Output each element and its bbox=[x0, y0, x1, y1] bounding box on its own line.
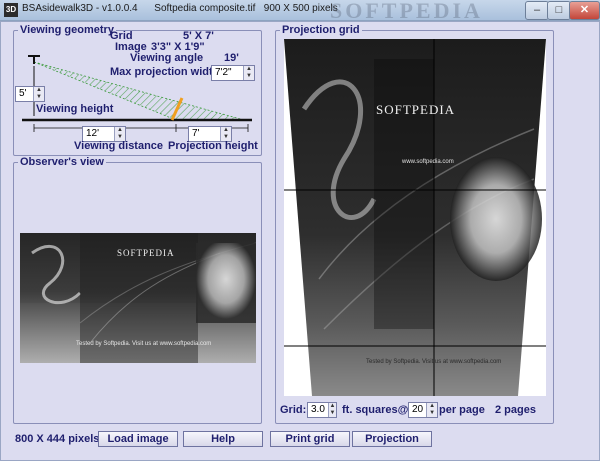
projection-height-value[interactable]: 7' bbox=[189, 127, 220, 141]
viewing-height-value[interactable]: 5' bbox=[16, 87, 33, 101]
viewing-height-stepper[interactable]: 5' ▲ ▼ bbox=[15, 86, 45, 102]
window-title: BSAsidewalk3D - v1.0.0.4 Softpedia compo… bbox=[22, 3, 338, 14]
spin-up-icon[interactable]: ▲ bbox=[427, 403, 437, 410]
close-button[interactable]: ✕ bbox=[569, 1, 600, 20]
spin-down-icon[interactable]: ▼ bbox=[244, 73, 254, 80]
spin-up-icon[interactable]: ▲ bbox=[115, 127, 125, 134]
help-button[interactable]: Help bbox=[183, 431, 263, 447]
viewing-height-label: Viewing height bbox=[36, 103, 114, 115]
projection-caption: Tested by Softpedia. Visit us at www.sof… bbox=[366, 359, 502, 365]
load-image-button[interactable]: Load image bbox=[98, 431, 178, 447]
viewing-angle-label: Viewing angle bbox=[130, 52, 204, 64]
spin-up-icon[interactable]: ▲ bbox=[244, 66, 254, 73]
brand-watermark: SOFTPEDIA bbox=[330, 0, 483, 21]
observers-view-legend: Observer's view bbox=[20, 156, 104, 168]
per-page-stepper[interactable]: 20 ▲ ▼ bbox=[408, 402, 438, 418]
print-grid-button[interactable]: Print grid bbox=[270, 431, 350, 447]
observer-brand-text: SOFTPEDIA bbox=[117, 248, 175, 258]
spin-up-icon[interactable]: ▲ bbox=[221, 127, 231, 134]
spin-up-icon[interactable]: ▲ bbox=[329, 403, 336, 410]
per-page-value[interactable]: 20 bbox=[409, 403, 426, 417]
spin-down-icon[interactable]: ▼ bbox=[34, 94, 44, 101]
grid-size-value[interactable]: 3.0 bbox=[308, 403, 328, 417]
viewing-distance-label: Viewing distance bbox=[74, 140, 164, 152]
grid-size-stepper[interactable]: 3.0 ▲ ▼ bbox=[307, 402, 337, 418]
projection-grid-label: Grid: bbox=[280, 404, 307, 416]
projection-height-label: Projection height bbox=[168, 140, 258, 152]
app-icon: 3D bbox=[4, 3, 18, 17]
projection-button[interactable]: Projection bbox=[352, 431, 432, 447]
viewing-geometry-legend: Viewing geometry bbox=[20, 24, 114, 36]
projection-grid-legend: Projection grid bbox=[282, 24, 360, 36]
max-projection-width-stepper[interactable]: 7'2" ▲ ▼ bbox=[211, 65, 255, 81]
page-count: 2 pages bbox=[495, 404, 536, 416]
spin-up-icon[interactable]: ▲ bbox=[34, 87, 44, 94]
max-projection-width-value[interactable]: 7'2" bbox=[212, 66, 243, 80]
viewing-distance-value[interactable]: 12' bbox=[83, 127, 114, 141]
spin-down-icon[interactable]: ▼ bbox=[427, 410, 437, 417]
max-projection-width-label: Max projection width bbox=[110, 66, 220, 78]
geometry-diagram bbox=[22, 55, 252, 132]
title-bar: 3D BSAsidewalk3D - v1.0.0.4 Softpedia co… bbox=[0, 0, 600, 21]
squares-label: ft. squares@ bbox=[342, 404, 409, 416]
viewing-angle-value: 19' bbox=[224, 52, 239, 64]
minimize-button[interactable]: – bbox=[525, 1, 549, 20]
observer-view-image: SOFTPEDIA Tested by Softpedia. Visit us … bbox=[20, 233, 256, 363]
observer-caption: Tested by Softpedia. Visit us at www.sof… bbox=[76, 341, 212, 347]
image-pixels-readout: 800 X 444 pixels bbox=[15, 433, 100, 445]
maximize-button[interactable]: □ bbox=[547, 1, 571, 20]
projection-url-text: www.softpedia.com bbox=[402, 159, 454, 165]
spin-down-icon[interactable]: ▼ bbox=[329, 410, 336, 417]
per-page-label: per page bbox=[439, 404, 485, 416]
projection-brand-text: SOFTPEDIA bbox=[376, 102, 456, 117]
projection-grid-canvas: SOFTPEDIA www.softpedia.com Tested by So… bbox=[284, 39, 546, 396]
